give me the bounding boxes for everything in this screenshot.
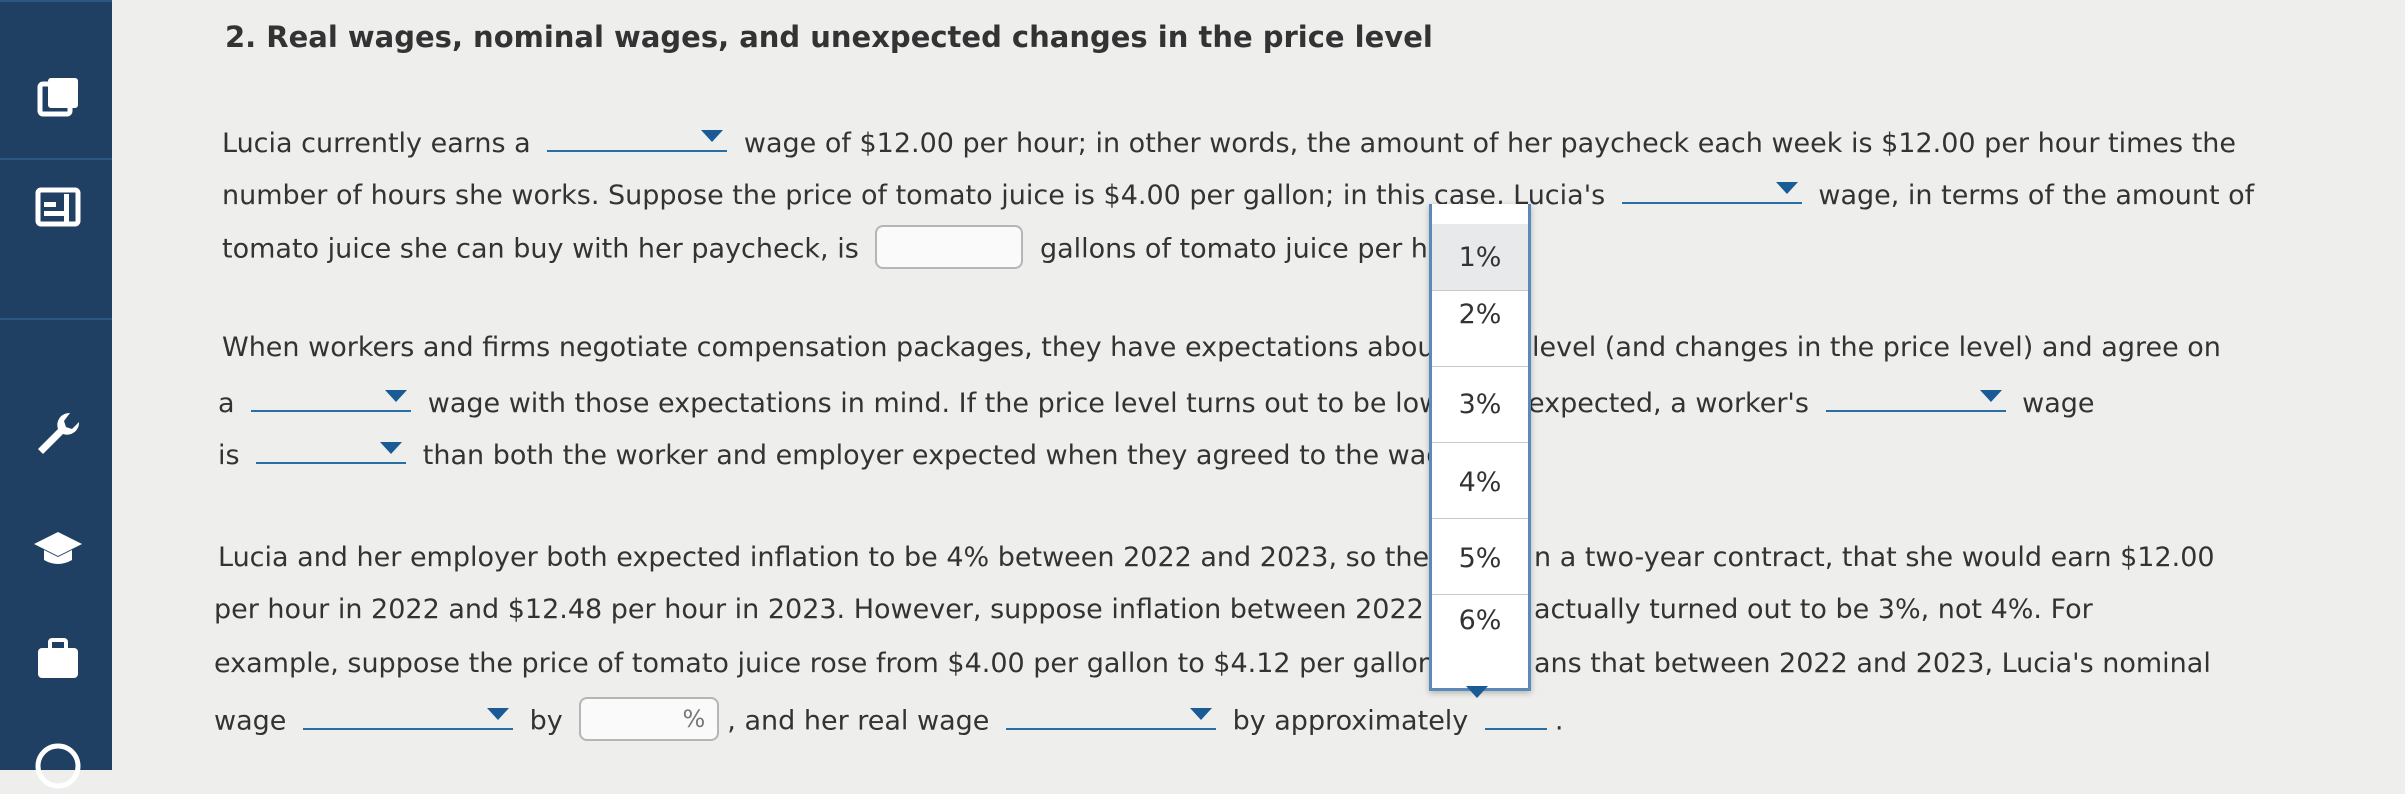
p3-line3: example, suppose the price of tomato jui… — [214, 648, 1444, 679]
page-title: 2. Real wages, nominal wages, and unexpe… — [225, 20, 1433, 54]
chevron-down-icon — [380, 442, 403, 454]
text: per hour in 2022 and $12.48 per hour in … — [214, 594, 1461, 625]
chevron-down-icon — [1189, 707, 1212, 720]
text: wage, in terms of the amount of — [1818, 180, 2255, 211]
text: wage of $12.00 per hour; in other words,… — [743, 128, 2236, 159]
comparison-dropdown[interactable] — [256, 436, 407, 464]
text: . — [1554, 705, 1564, 737]
chevron-down-icon — [385, 390, 408, 402]
text: actually turned out to be 3%, not 4%. Fo… — [1534, 594, 2093, 625]
chevron-down-icon[interactable] — [1466, 686, 1488, 698]
text: a — [218, 388, 235, 419]
text: number of hours she works. Suppose the p… — [222, 180, 1606, 211]
p3-line4: wage by % , and her real wage by approxim… — [214, 697, 1564, 744]
p2-line3: is than both the worker and employer exp… — [218, 436, 1469, 471]
option-label: 2% — [1458, 299, 1502, 330]
option-label: 4% — [1458, 467, 1502, 498]
dropdown-option[interactable]: 3% — [1432, 366, 1528, 443]
dropdown-option[interactable]: 4% — [1432, 442, 1528, 519]
text: than both the worker and employer expect… — [422, 440, 1469, 471]
text: , and her real wage — [727, 705, 990, 737]
text: by — [529, 705, 563, 737]
chevron-down-icon — [1775, 182, 1798, 194]
percent-dropdown-list: 1% 2% 3% 4% 5% 6% — [1429, 204, 1531, 691]
graduation-cap-icon[interactable] — [30, 520, 86, 576]
percent-input[interactable]: % — [579, 697, 720, 741]
percent-unit: % — [682, 705, 706, 733]
p3-line1: Lucia and her employer both expected inf… — [218, 542, 1470, 573]
sidebar — [0, 0, 112, 789]
text: wage — [2022, 388, 2095, 419]
sidebar-divider — [0, 158, 112, 160]
p2-line2-right: expected, a worker's wage — [1528, 384, 2095, 419]
p3-line2-right: actually turned out to be 3%, not 4%. Fo… — [1534, 594, 2093, 625]
chevron-down-icon — [1979, 390, 2002, 402]
text: n a two-year contract, that she would ea… — [1534, 542, 2215, 573]
dropdown-option[interactable]: 2% — [1432, 290, 1528, 367]
text: Lucia currently earns a — [222, 128, 531, 159]
text: expected, a worker's — [1528, 388, 1809, 419]
nominal-change-dropdown[interactable] — [302, 702, 513, 730]
text: example, suppose the price of tomato jui… — [214, 648, 1444, 679]
text: Lucia and her employer both expected inf… — [218, 542, 1471, 573]
text: gallons of tomato juice per hour. — [1039, 233, 1479, 265]
sidebar-divider — [0, 0, 112, 2]
wage-type-dropdown-4[interactable] — [1825, 384, 2006, 412]
text: level (and changes in the price level) a… — [1532, 332, 2221, 363]
chevron-down-icon — [701, 130, 724, 142]
option-label: 5% — [1458, 543, 1502, 574]
p3-line2: per hour in 2022 and $12.48 per hour in … — [214, 594, 1460, 625]
dropdown-option[interactable]: 1% — [1432, 224, 1528, 290]
book-icon[interactable] — [30, 70, 86, 126]
layout-icon[interactable] — [30, 180, 86, 236]
help-icon[interactable] — [30, 738, 86, 794]
option-label: 1% — [1458, 242, 1502, 273]
p1-line1: Lucia currently earns a wage of $12.00 p… — [222, 124, 2236, 159]
gallons-input[interactable] — [875, 225, 1024, 269]
sidebar-divider — [0, 318, 112, 320]
p1-line3: tomato juice she can buy with her payche… — [222, 225, 1479, 272]
text: is — [218, 440, 240, 471]
briefcase-icon[interactable] — [30, 630, 86, 686]
wage-type-dropdown-1[interactable] — [547, 124, 728, 152]
p3-line1-right: n a two-year contract, that she would ea… — [1534, 542, 2215, 573]
text: wage — [214, 705, 287, 737]
wage-type-dropdown-2[interactable] — [1621, 176, 1802, 204]
dropdown-option[interactable]: 5% — [1432, 518, 1528, 595]
real-change-dropdown[interactable] — [1005, 702, 1216, 730]
text: tomato juice she can buy with her payche… — [222, 233, 859, 265]
p2-line1: When workers and firms negotiate compens… — [222, 332, 1481, 363]
text: When workers and firms negotiate compens… — [222, 332, 1482, 363]
text: wage with those expectations in mind. If… — [427, 388, 1458, 419]
dropdown-option[interactable]: 6% — [1432, 594, 1528, 671]
text: by approximately — [1232, 705, 1469, 737]
p2-line1-right: level (and changes in the price level) a… — [1532, 332, 2221, 363]
option-label: 3% — [1458, 389, 1502, 420]
chevron-down-icon — [486, 707, 509, 720]
p3-line3-right: ans that between 2022 and 2023, Lucia's … — [1534, 648, 2211, 679]
wrench-icon[interactable] — [30, 405, 86, 461]
approx-percent-dropdown[interactable] — [1484, 702, 1547, 730]
option-label: 6% — [1458, 605, 1502, 636]
wage-type-dropdown-3[interactable] — [251, 384, 412, 412]
text: ans that between 2022 and 2023, Lucia's … — [1534, 648, 2211, 679]
p2-line2: a wage with those expectations in mind. … — [218, 384, 1458, 419]
p1-line2: number of hours she works. Suppose the p… — [222, 176, 2254, 211]
